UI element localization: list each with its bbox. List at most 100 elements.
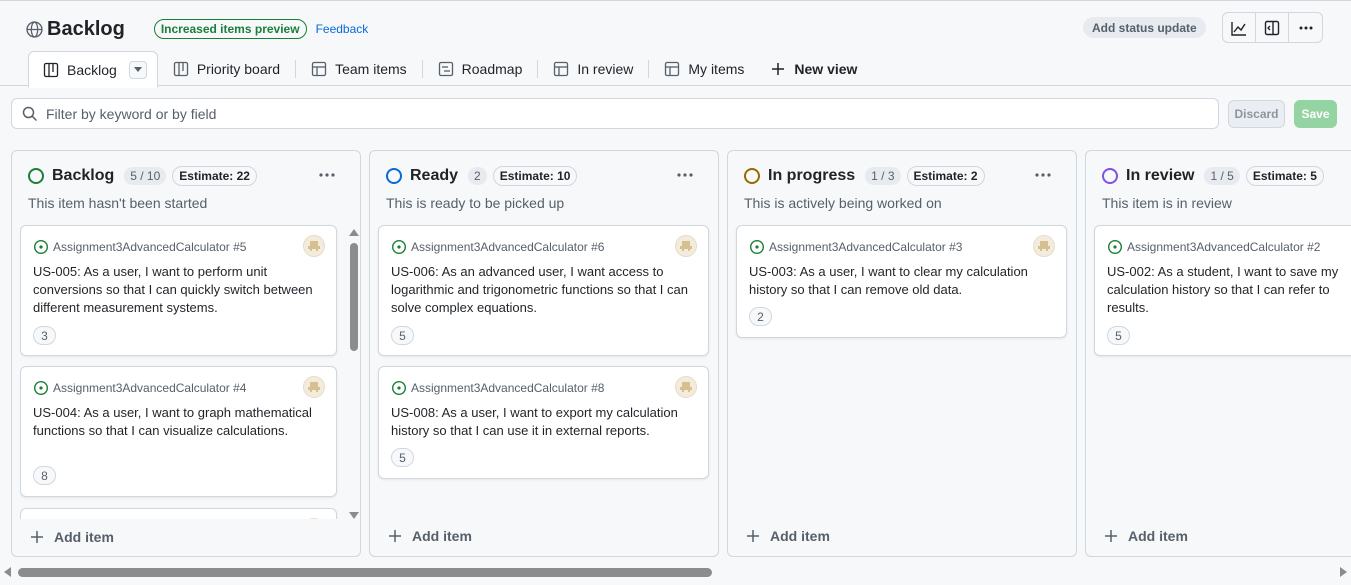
save-button[interactable]: Save <box>1294 100 1337 128</box>
card-title[interactable]: US-003: As a user, I want to clear my ca… <box>749 263 1055 299</box>
column-ready: Ready 2 Estimate: 10 This is ready to be… <box>369 150 719 557</box>
card-reference[interactable]: Assignment3AdvancedCalculator #2 <box>1107 239 1320 255</box>
issue-open-icon <box>33 380 49 396</box>
item-count: 1 / 3 <box>865 167 901 185</box>
card-reference[interactable]: Assignment3AdvancedCalculator #8 <box>391 380 604 396</box>
scroll-left-arrow[interactable] <box>4 567 11 577</box>
card-title[interactable]: US-006: As an advanced user, I want acce… <box>391 263 697 317</box>
issue-open-icon <box>33 239 49 255</box>
avatar[interactable] <box>303 376 325 398</box>
card-reference[interactable]: Assignment3AdvancedCalculator #6 <box>391 239 604 255</box>
add-status-update-button[interactable]: Add status update <box>1083 17 1206 38</box>
scrollbar-thumb[interactable] <box>18 568 712 577</box>
card[interactable]: Assignment3AdvancedCalculator #6 US-006:… <box>378 225 709 356</box>
tab-label: New view <box>794 61 858 77</box>
scroll-up-arrow[interactable] <box>349 229 359 236</box>
card-reference[interactable]: Assignment3AdvancedCalculator #5 <box>33 239 246 255</box>
avatar[interactable] <box>675 376 697 398</box>
column-header: In progress 1 / 3 Estimate: 2 <box>744 165 985 187</box>
horizontal-scrollbar[interactable] <box>0 564 1351 580</box>
card-title[interactable]: US-002: As a student, I want to save my … <box>1107 263 1351 317</box>
item-count: 1 / 5 <box>1204 167 1240 185</box>
scroll-right-arrow[interactable] <box>1340 567 1347 577</box>
card[interactable]: Assignment3AdvancedCalculator #8 US-008:… <box>378 366 709 479</box>
tab-priority-board[interactable]: Priority board <box>164 51 289 87</box>
tab-roadmap[interactable]: Roadmap <box>429 51 532 87</box>
scrollbar-thumb[interactable] <box>350 243 358 351</box>
estimate-pill: Estimate: 2 <box>906 166 985 186</box>
kebab-horizontal-icon <box>319 173 335 177</box>
tab-divider <box>295 60 297 78</box>
avatar[interactable] <box>675 235 697 257</box>
add-item-label: Add item <box>412 528 472 544</box>
preview-badge[interactable]: Increased items preview <box>153 19 307 39</box>
more-options-button[interactable] <box>1289 13 1322 42</box>
new-view-button[interactable]: New view <box>761 51 866 87</box>
card[interactable]: Assignment3AdvancedCalculator #4 US-004:… <box>20 366 337 497</box>
estimate-pill: Estimate: 10 <box>492 166 578 186</box>
add-item-button[interactable]: Add item <box>746 528 830 544</box>
card-list: Assignment3AdvancedCalculator #5 US-005:… <box>20 223 347 519</box>
issue-open-icon <box>391 239 407 255</box>
issue-open-icon <box>749 239 765 255</box>
tab-divider <box>648 60 650 78</box>
column-menu-button[interactable] <box>316 167 338 183</box>
column-description: This is ready to be picked up <box>386 195 565 211</box>
card[interactable]: Assignment3AdvancedCalculator #3 US-003:… <box>736 225 1067 338</box>
kebab-horizontal-icon <box>677 173 693 177</box>
side-panel-button[interactable] <box>1256 13 1289 42</box>
column-menu-button[interactable] <box>674 167 696 183</box>
avatar[interactable] <box>303 518 325 519</box>
scroll-down-arrow[interactable] <box>349 512 359 519</box>
view-options-button[interactable] <box>128 60 147 79</box>
add-item-button[interactable]: Add item <box>30 529 114 545</box>
tab-my-items[interactable]: My items <box>655 51 753 87</box>
add-item-label: Add item <box>770 528 830 544</box>
avatar[interactable] <box>303 235 325 257</box>
estimate-chip: 8 <box>33 466 56 485</box>
board-icon <box>43 62 59 77</box>
insights-button[interactable] <box>1223 13 1256 42</box>
column-description: This item is in review <box>1102 195 1232 211</box>
tab-backlog[interactable]: Backlog <box>28 51 158 88</box>
filter-input[interactable]: Filter by keyword or by field <box>11 98 1219 129</box>
view-tabs: Backlog Priority board Team items Roadma… <box>28 51 866 88</box>
add-item-button[interactable]: Add item <box>1104 528 1188 544</box>
feedback-link[interactable]: Feedback <box>316 22 369 36</box>
avatar-icon <box>680 241 692 251</box>
card[interactable]: Assignment3AdvancedCalculator #2 US-002:… <box>1094 225 1351 356</box>
card-title[interactable]: US-008: As a user, I want to export my c… <box>391 404 697 440</box>
sidebar-icon <box>1264 20 1280 35</box>
column-description: This is actively being worked on <box>744 195 942 211</box>
card-ref-text: Assignment3AdvancedCalculator #8 <box>411 381 605 395</box>
filter-placeholder: Filter by keyword or by field <box>46 105 217 122</box>
table-icon <box>665 61 680 77</box>
card[interactable]: Assignment3AdvancedCalculator #5 US-005:… <box>20 225 337 356</box>
discard-button[interactable]: Discard <box>1228 100 1285 128</box>
card-partial[interactable] <box>20 508 337 519</box>
card-title[interactable]: US-004: As a user, I want to graph mathe… <box>33 404 329 440</box>
card-reference[interactable]: Assignment3AdvancedCalculator #4 <box>33 380 246 396</box>
tab-in-review[interactable]: In review <box>544 51 642 87</box>
estimate-chip: 5 <box>391 326 414 345</box>
avatar[interactable] <box>1033 235 1055 257</box>
card-title[interactable]: US-005: As a user, I want to perform uni… <box>33 263 329 317</box>
column-menu-button[interactable] <box>1032 167 1054 183</box>
column-name: Backlog <box>52 167 115 184</box>
plus-icon <box>31 531 43 543</box>
column-name: In progress <box>768 167 856 184</box>
tab-label: Roadmap <box>461 61 523 77</box>
vertical-scrollbar[interactable] <box>347 223 359 519</box>
tab-label: Team items <box>335 61 407 77</box>
tab-team-items[interactable]: Team items <box>302 51 416 87</box>
tab-divider <box>537 60 539 78</box>
status-circle-icon <box>28 168 44 184</box>
kebab-horizontal-icon <box>1299 26 1312 29</box>
table-icon <box>311 61 327 77</box>
add-item-label: Add item <box>1128 528 1188 544</box>
search-icon <box>22 106 38 121</box>
card-reference[interactable]: Assignment3AdvancedCalculator #3 <box>749 239 962 255</box>
tab-divider <box>421 60 423 78</box>
graph-icon <box>1231 21 1246 36</box>
add-item-button[interactable]: Add item <box>388 528 472 544</box>
